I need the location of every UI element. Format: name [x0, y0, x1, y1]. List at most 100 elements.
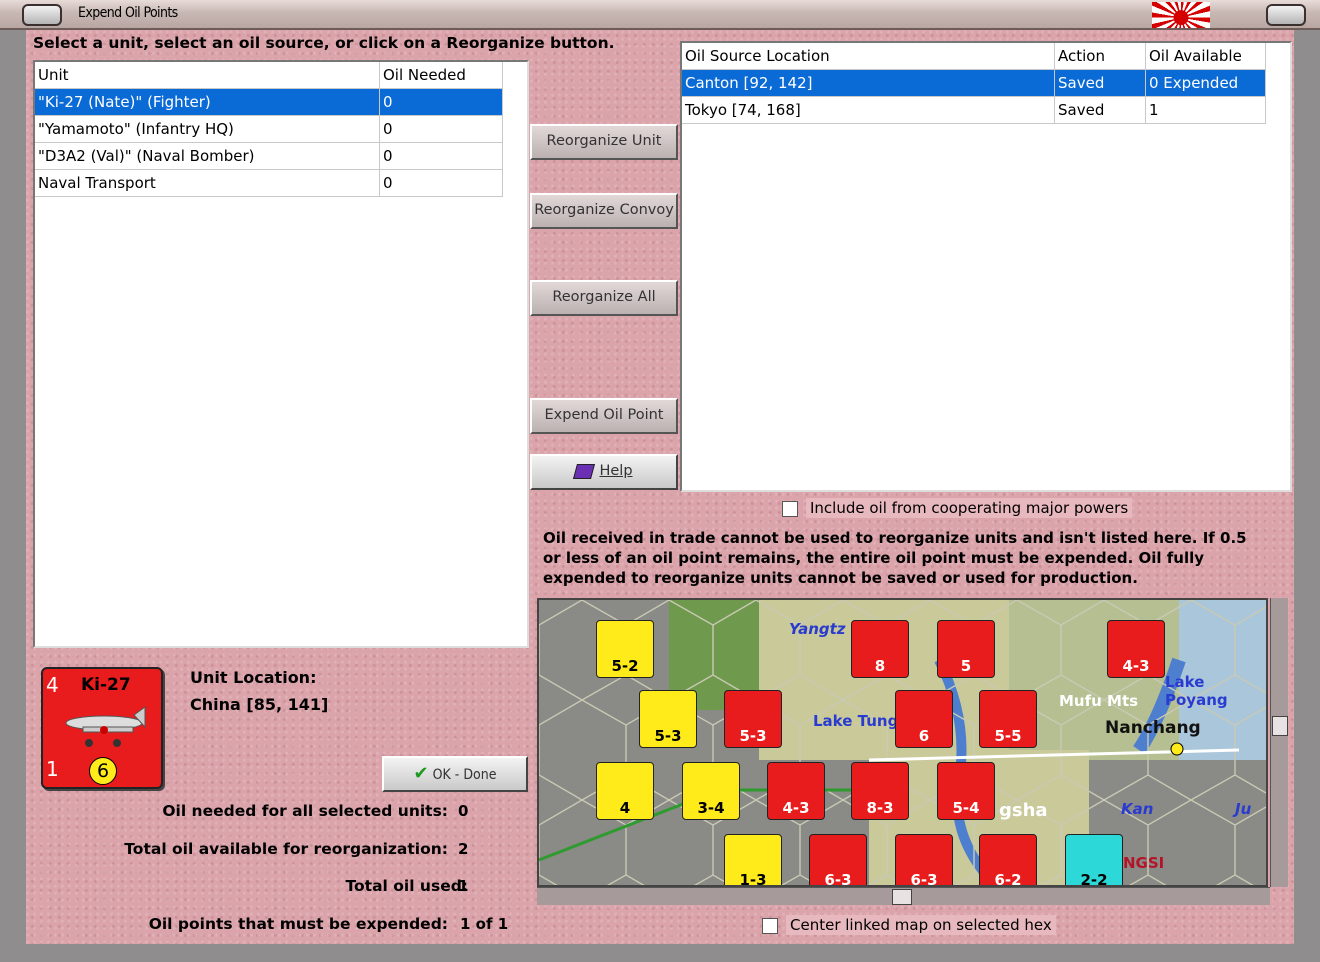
map-label: Ju — [1235, 800, 1252, 818]
unit-name: "D3A2 (Val)" (Naval Bomber) — [35, 142, 380, 170]
help-book-icon — [573, 463, 596, 479]
map-unit-counter[interactable]: 2-2 — [1065, 834, 1123, 885]
center-map-label: Center linked map on selected hex — [786, 915, 1056, 935]
map-label: Kan — [1121, 800, 1154, 818]
unit-location-label: Unit Location: — [190, 668, 317, 687]
help-button[interactable]: Help — [530, 454, 678, 490]
include-oil-label: Include oil from cooperating major power… — [806, 498, 1133, 518]
unit-circle-value: 6 — [89, 757, 117, 785]
map-unit-counter[interactable]: 4 — [596, 762, 654, 820]
checkmark-icon: ✔ — [413, 763, 429, 784]
map-label: NGSI — [1123, 854, 1165, 872]
fighter-plane-icon — [65, 706, 146, 747]
map-label: Nanchang — [1105, 718, 1201, 738]
column-unit[interactable]: Unit — [35, 62, 380, 89]
include-oil-checkbox[interactable] — [782, 500, 798, 517]
map-unit-counter[interactable]: 6-3 — [809, 834, 867, 885]
map-unit-counter[interactable]: 8-3 — [851, 762, 909, 820]
unit-top-left-value: 4 — [46, 673, 59, 697]
map-horizontal-scrollbar[interactable] — [537, 887, 1270, 905]
reorganize-all-button[interactable]: Reorganize All — [530, 280, 678, 316]
selected-unit-counter: 4 Ki-27 1 6 — [41, 667, 163, 789]
column-action[interactable]: Action — [1054, 43, 1146, 70]
column-oil-source-location[interactable]: Oil Source Location — [682, 43, 1055, 70]
oil-action: Saved — [1054, 96, 1146, 124]
oil-needed: 0 — [379, 142, 503, 170]
oil-needed: 0 — [379, 169, 503, 197]
map-unit-counter[interactable]: 5-5 — [979, 690, 1037, 748]
oil-used-label: Total oil used: — [345, 877, 468, 895]
map-unit-counter[interactable]: 6-3 — [895, 834, 953, 885]
oil-available-label: Total oil available for reorganization: — [124, 840, 448, 858]
oil-needed-value: 0 — [458, 802, 469, 820]
table-row[interactable]: "D3A2 (Val)" (Naval Bomber) 0 — [35, 142, 503, 170]
center-map-checkbox[interactable] — [762, 917, 778, 934]
oil-source-list[interactable]: Oil Source Location Action Oil Available C… — [680, 41, 1292, 492]
help-label: Help — [599, 463, 633, 479]
map-horizontal-scroll-thumb[interactable] — [892, 889, 912, 905]
unit-location-value: China [85, 141] — [190, 695, 329, 714]
map-unit-counter[interactable]: 5-4 — [937, 762, 995, 820]
ok-done-button[interactable]: ✔ OK - Done — [382, 756, 528, 792]
unit-name: "Ki-27 (Nate)" (Fighter) — [35, 88, 380, 116]
table-row[interactable]: "Yamamoto" (Infantry HQ) 0 — [35, 115, 503, 143]
column-oil-available[interactable]: Oil Available — [1145, 43, 1266, 70]
linked-map[interactable]: Yangtz Lake Tung Mufu Mts Nanchang Lake … — [537, 598, 1268, 887]
title-bar[interactable] — [0, 0, 1320, 30]
unit-name: Naval Transport — [35, 169, 380, 197]
oil-action: Saved — [1054, 69, 1146, 97]
map-unit-counter[interactable]: 6 — [895, 690, 953, 748]
oil-expended-label: Oil points that must be expended: — [148, 915, 448, 933]
map-unit-counter[interactable]: 5 — [937, 620, 995, 678]
oil-available: 1 — [1145, 96, 1266, 124]
oil-used-value: 1 — [458, 877, 469, 895]
unit-table: Unit Oil Needed "Ki-27 (Nate)" (Fighter) 0… — [35, 62, 503, 197]
table-row[interactable]: Tokyo [74, 168] Saved 1 — [682, 96, 1266, 124]
table-row[interactable]: "Ki-27 (Nate)" (Fighter) 0 — [35, 88, 503, 116]
reorganize-unit-button[interactable]: Reorganize Unit — [530, 124, 678, 160]
unit-bottom-left-value: 1 — [46, 757, 59, 781]
oil-needed-label: Oil needed for all selected units: — [162, 802, 448, 820]
map-vertical-scroll-thumb[interactable] — [1272, 716, 1288, 736]
oil-note-text: Oil received in trade cannot be used to … — [543, 529, 1247, 587]
unit-list[interactable]: Unit Oil Needed "Ki-27 (Nate)" (Fighter) 0… — [33, 60, 529, 648]
map-label: Mufu Mts — [1059, 692, 1139, 710]
map-label: gsha — [999, 800, 1048, 821]
map-unit-counter[interactable]: 4-3 — [767, 762, 825, 820]
ok-label: OK - Done — [432, 767, 497, 783]
include-oil-option[interactable]: Include oil from cooperating major power… — [782, 498, 1133, 518]
oil-location: Canton [92, 142] — [682, 69, 1055, 97]
map-unit-counter[interactable]: 5-2 — [596, 620, 654, 678]
map-unit-counter[interactable]: 1-3 — [724, 834, 782, 885]
column-oil-needed[interactable]: Oil Needed — [379, 62, 503, 89]
oil-available-value: 2 — [458, 840, 469, 858]
map-unit-counter[interactable]: 6-2 — [979, 834, 1037, 885]
system-menu-button[interactable] — [22, 4, 62, 26]
oil-needed: 0 — [379, 88, 503, 116]
map-vertical-scrollbar[interactable] — [1270, 598, 1288, 887]
map-unit-counter[interactable]: 8 — [851, 620, 909, 678]
map-unit-counter[interactable]: 4-3 — [1107, 620, 1165, 678]
table-row[interactable]: Naval Transport 0 — [35, 169, 503, 197]
table-row[interactable]: Canton [92, 142] Saved 0 Expended — [682, 69, 1266, 97]
oil-needed: 0 — [379, 115, 503, 143]
oil-expended-value: 1 of 1 — [460, 915, 509, 933]
unit-name: "Yamamoto" (Infantry HQ) — [35, 115, 380, 143]
window-title: Expend Oil Points — [78, 5, 178, 21]
center-map-option[interactable]: Center linked map on selected hex — [762, 915, 1056, 935]
map-unit-counter[interactable]: 3-4 — [682, 762, 740, 820]
expend-oil-point-button[interactable]: Expend Oil Point — [530, 398, 678, 434]
oil-location: Tokyo [74, 168] — [682, 96, 1055, 124]
reorganize-convoy-button[interactable]: Reorganize Convoy — [530, 193, 678, 229]
map-label: Lake Tung — [813, 712, 899, 730]
map-unit-counter[interactable]: 5-3 — [724, 690, 782, 748]
map-unit-counter[interactable]: 5-3 — [639, 690, 697, 748]
map-label: Yangtz — [789, 620, 846, 638]
rising-sun-flag-icon — [1152, 2, 1210, 28]
oil-available: 0 Expended — [1145, 69, 1266, 97]
close-button[interactable] — [1266, 4, 1306, 26]
instruction-text: Select a unit, select an oil source, or … — [33, 34, 615, 52]
oil-source-table: Oil Source Location Action Oil Available C… — [682, 43, 1266, 124]
unit-card-name: Ki-27 — [81, 675, 131, 695]
map-label: Lake Poyang — [1165, 673, 1228, 709]
